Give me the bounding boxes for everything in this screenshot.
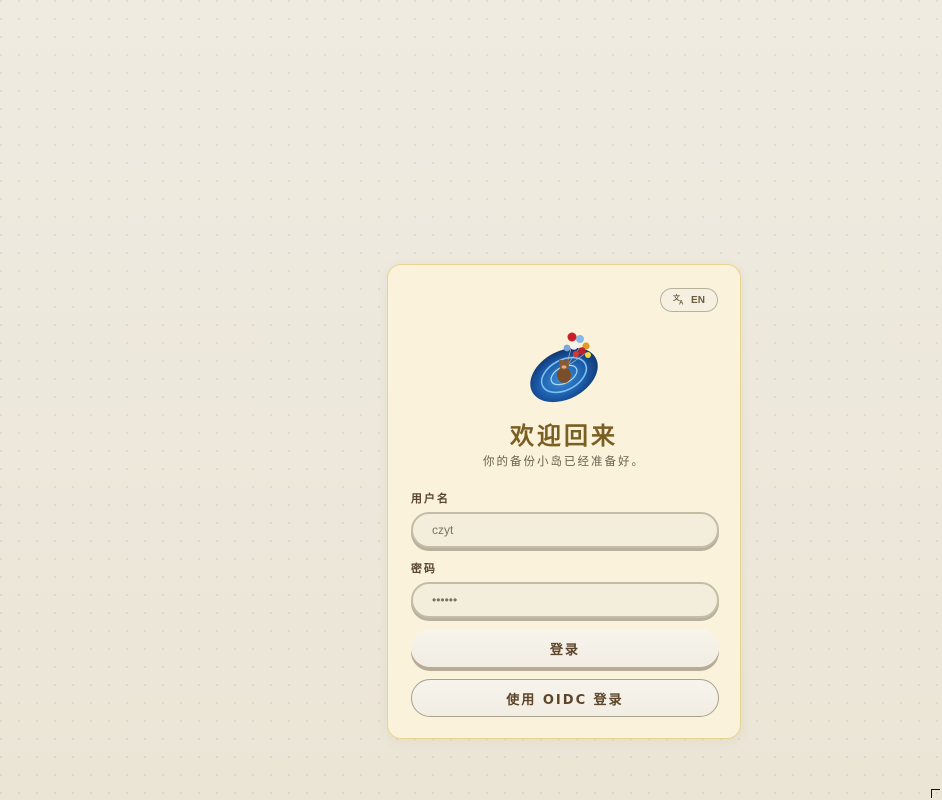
- language-toggle-button[interactable]: 文 A EN: [660, 288, 718, 312]
- username-input[interactable]: [411, 512, 719, 548]
- resize-corner-handle: [931, 789, 940, 798]
- svg-text:A: A: [679, 300, 684, 305]
- password-label: 密码: [411, 562, 437, 575]
- password-input[interactable]: [411, 582, 719, 618]
- oidc-login-button[interactable]: 使用 OIDC 登录: [411, 679, 719, 717]
- page-subtitle: 你的备份小岛已经准备好。: [483, 454, 645, 468]
- login-button[interactable]: 登录: [411, 629, 719, 667]
- page-title: 欢迎回来: [510, 422, 618, 450]
- login-card: 文 A EN 欢迎回来 你的备份小岛已经准备好。 用户名 czyt 密码 •••…: [387, 264, 741, 739]
- translate-icon: 文 A: [673, 293, 685, 308]
- language-toggle-label: EN: [691, 294, 705, 306]
- island-balloon-logo: [528, 327, 604, 403]
- username-label: 用户名: [411, 492, 450, 505]
